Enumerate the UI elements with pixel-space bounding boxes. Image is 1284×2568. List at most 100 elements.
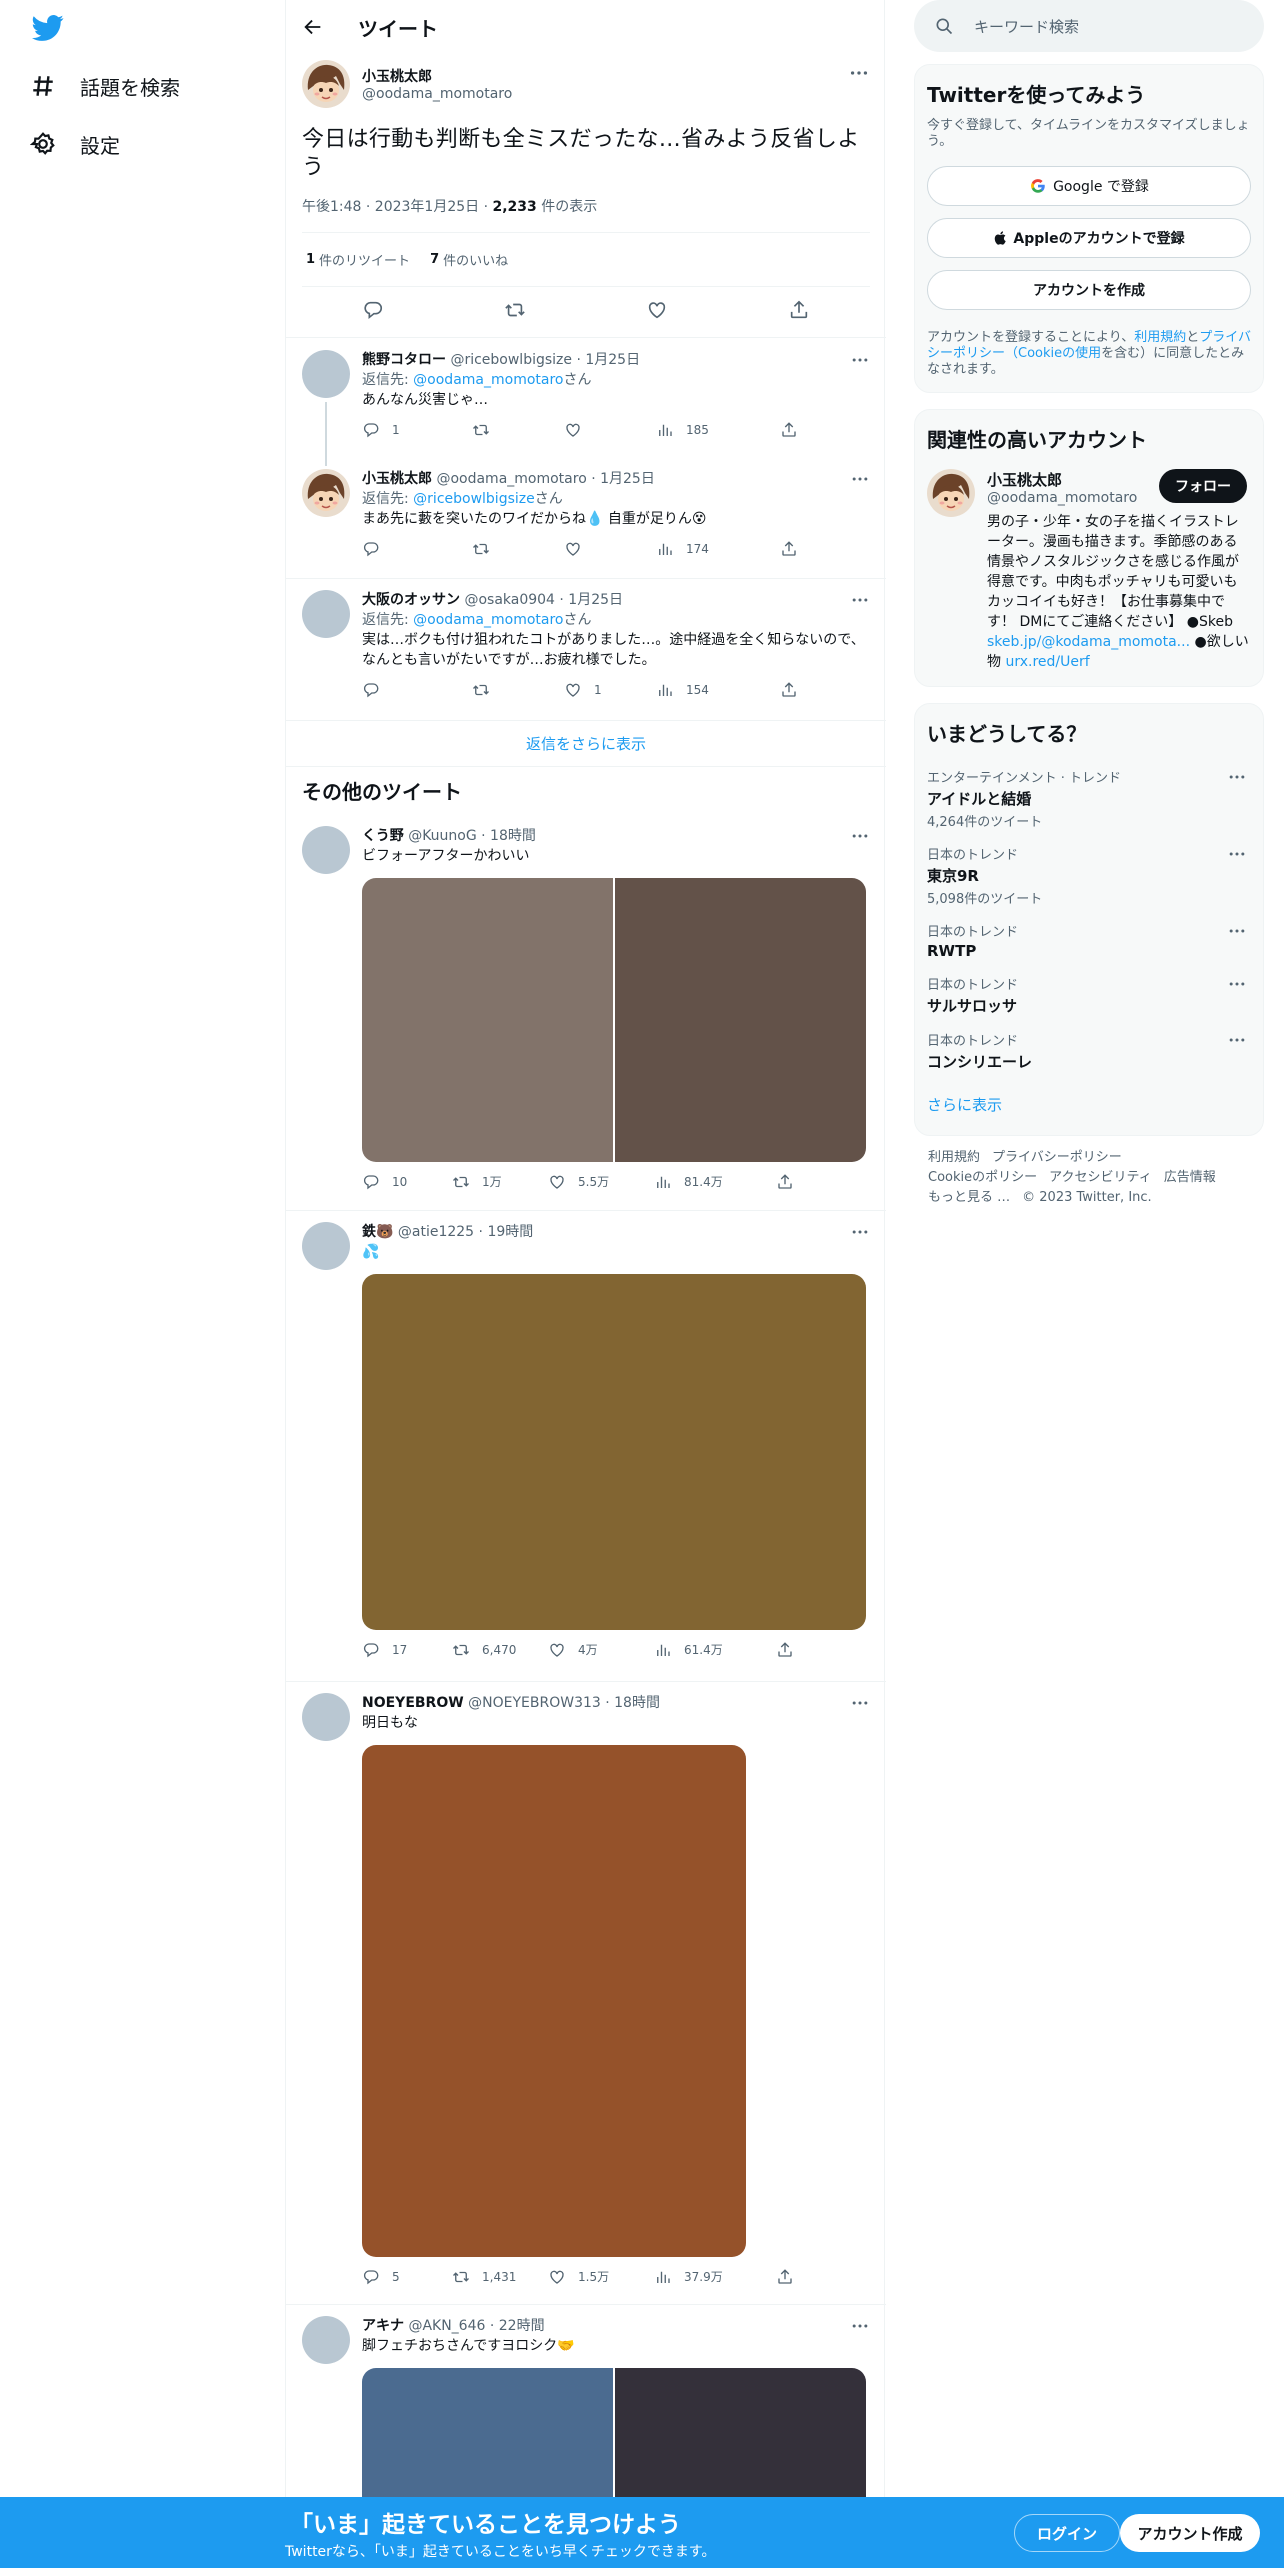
author-name[interactable]: 小玉桃太郎 bbox=[362, 66, 512, 86]
trend-item[interactable]: 日本のトレンド コンシリエーレ bbox=[927, 1030, 1251, 1072]
retweet-icon[interactable] bbox=[504, 299, 526, 321]
search-input[interactable]: キーワード検索 bbox=[914, 0, 1264, 52]
reply-action[interactable]: 10 bbox=[362, 1172, 452, 1192]
reply-author-name[interactable]: 小玉桃太郎 bbox=[362, 471, 432, 487]
retweet-action[interactable]: 6,470 bbox=[452, 1640, 548, 1660]
share-action[interactable] bbox=[776, 1641, 816, 1659]
more-options-icon[interactable] bbox=[850, 350, 870, 370]
reply-action[interactable] bbox=[362, 540, 472, 558]
reply-to-handle[interactable]: @ricebowlbigsize bbox=[413, 491, 535, 507]
views-action[interactable]: 174 bbox=[656, 539, 780, 559]
retweet-action[interactable] bbox=[472, 421, 564, 439]
share-action[interactable] bbox=[780, 540, 820, 558]
like-action[interactable]: 5.5万 bbox=[548, 1172, 654, 1192]
reply-author-name[interactable]: 大阪のオッサン bbox=[362, 592, 460, 608]
retweet-count[interactable]: 1 bbox=[306, 252, 315, 267]
reply-action[interactable]: 1 bbox=[362, 420, 472, 440]
apple-signup-button[interactable]: Appleのアカウントで登録 bbox=[927, 218, 1251, 258]
more-options-icon[interactable] bbox=[1227, 767, 1247, 787]
reply-icon[interactable] bbox=[362, 299, 384, 321]
tweet-meta[interactable]: @KuunoG · 18時間 bbox=[408, 828, 536, 844]
reply-tweet[interactable]: 熊野コタロー @ricebowlbigsize · 1月25日 返信先: @ood… bbox=[302, 350, 870, 466]
tweet-avatar[interactable] bbox=[302, 1693, 350, 1741]
tweet-media[interactable] bbox=[362, 1274, 866, 1630]
share-action[interactable] bbox=[780, 421, 820, 439]
author-handle[interactable]: @oodama_momotaro bbox=[362, 86, 512, 102]
tweet-meta[interactable]: @AKN_646 · 22時間 bbox=[408, 2318, 544, 2334]
tweet-media[interactable] bbox=[362, 1745, 746, 2257]
like-action[interactable] bbox=[564, 421, 656, 439]
like-icon[interactable] bbox=[646, 299, 668, 321]
tweet-time[interactable]: 午後1:48 · 2023年1月25日 · bbox=[302, 199, 493, 215]
views-action[interactable]: 81.4万 bbox=[654, 1172, 776, 1192]
share-action[interactable] bbox=[776, 1173, 816, 1191]
more-options-icon[interactable] bbox=[1227, 921, 1247, 941]
footer-privacy[interactable]: プライバシーポリシー bbox=[992, 1150, 1122, 1165]
footer-accessibility[interactable]: アクセシビリティ bbox=[1049, 1170, 1152, 1185]
tweet-author-name[interactable]: くう野 bbox=[362, 828, 404, 844]
like-count[interactable]: 7 bbox=[430, 252, 439, 267]
trends-show-more[interactable]: さらに表示 bbox=[927, 1094, 1251, 1115]
retweet-action[interactable]: 1万 bbox=[452, 1172, 548, 1192]
terms-link[interactable]: 利用規約 bbox=[1134, 330, 1186, 345]
share-action[interactable] bbox=[780, 681, 820, 699]
more-options-icon[interactable] bbox=[1227, 844, 1247, 864]
reply-meta[interactable]: @ricebowlbigsize · 1月25日 bbox=[450, 352, 640, 368]
follow-button[interactable]: フォロー bbox=[1159, 469, 1247, 503]
twitter-logo-icon[interactable] bbox=[30, 12, 66, 44]
views-action[interactable]: 154 bbox=[656, 680, 780, 700]
trend-item[interactable]: エンターテインメント · トレンド アイドルと結婚 4,264件のツイート bbox=[927, 767, 1251, 830]
tweet-author-name[interactable]: NOEYEBROW bbox=[362, 1695, 464, 1711]
reply-tweet[interactable]: 小玉桃太郎 @oodama_momotaro · 1月25日 返信先: @rice… bbox=[302, 469, 870, 561]
like-label[interactable]: 件のいいね bbox=[443, 250, 508, 269]
like-action[interactable]: 1 bbox=[564, 680, 656, 700]
other-tweet[interactable]: くう野 @KuunoG · 18時間 ビフォーアフターかわいい 10 1万 5.5万 81… bbox=[302, 826, 870, 1194]
tweet-avatar[interactable] bbox=[302, 2316, 350, 2364]
more-options-icon[interactable] bbox=[850, 590, 870, 610]
reply-action[interactable]: 17 bbox=[362, 1640, 452, 1660]
share-icon[interactable] bbox=[788, 299, 810, 321]
avatar[interactable] bbox=[302, 60, 350, 108]
reply-to-handle[interactable]: @oodama_momotaro bbox=[413, 612, 563, 628]
google-signup-button[interactable]: Google で登録 bbox=[927, 166, 1251, 206]
trend-item[interactable]: 日本のトレンド 東京9R 5,098件のツイート bbox=[927, 844, 1251, 907]
tweet-media[interactable] bbox=[362, 878, 866, 1162]
more-options-icon[interactable] bbox=[850, 826, 870, 846]
more-options-icon[interactable] bbox=[850, 1222, 870, 1242]
footer-more[interactable]: もっと見る … bbox=[928, 1190, 1010, 1205]
show-more-replies-link[interactable]: 返信をさらに表示 bbox=[286, 722, 886, 766]
media-image[interactable] bbox=[362, 878, 613, 1162]
more-options-icon[interactable] bbox=[850, 469, 870, 489]
retweet-action[interactable] bbox=[472, 681, 564, 699]
like-action[interactable]: 1.5万 bbox=[548, 2267, 654, 2287]
retweet-action[interactable] bbox=[472, 540, 564, 558]
back-arrow-icon[interactable] bbox=[302, 16, 324, 38]
reply-meta[interactable]: @oodama_momotaro · 1月25日 bbox=[436, 471, 654, 487]
more-options-icon[interactable] bbox=[1227, 1030, 1247, 1050]
tweet-author-name[interactable]: アキナ bbox=[362, 2318, 404, 2334]
trend-item[interactable]: 日本のトレンド サルサロッサ bbox=[927, 974, 1251, 1016]
reply-meta[interactable]: @osaka0904 · 1月25日 bbox=[464, 592, 623, 608]
more-options-icon[interactable] bbox=[848, 62, 870, 84]
tweet-meta[interactable]: @NOEYEBROW313 · 18時間 bbox=[468, 1695, 660, 1711]
views-action[interactable]: 37.9万 bbox=[654, 2267, 776, 2287]
retweet-action[interactable]: 1,431 bbox=[452, 2267, 548, 2287]
footer-terms[interactable]: 利用規約 bbox=[928, 1150, 980, 1165]
reply-avatar[interactable] bbox=[302, 590, 350, 638]
reply-tweet[interactable]: 大阪のオッサン @osaka0904 · 1月25日 返信先: @oodama_m… bbox=[302, 590, 870, 702]
reply-action[interactable] bbox=[362, 681, 472, 699]
reply-avatar[interactable] bbox=[302, 469, 350, 517]
reply-avatar[interactable] bbox=[302, 350, 350, 398]
other-tweet[interactable]: NOEYEBROW @NOEYEBROW313 · 18時間 明日もな 5 1,431… bbox=[302, 1693, 870, 2289]
share-action[interactable] bbox=[776, 2268, 816, 2286]
like-action[interactable]: 4万 bbox=[548, 1640, 654, 1660]
related-link-skeb[interactable]: skeb.jp/@kodama_momota... bbox=[987, 634, 1190, 650]
more-options-icon[interactable] bbox=[850, 1693, 870, 1713]
views-action[interactable]: 185 bbox=[656, 420, 780, 440]
reply-action[interactable]: 5 bbox=[362, 2267, 452, 2287]
tweet-author-name[interactable]: 鉄🐻 bbox=[362, 1224, 393, 1240]
media-image[interactable] bbox=[613, 878, 866, 1162]
other-tweet[interactable]: 鉄🐻 @atie1225 · 19時間 💦 17 6,470 4万 61.4万 bbox=[302, 1222, 870, 1662]
media-image[interactable] bbox=[362, 1745, 746, 2257]
tweet-avatar[interactable] bbox=[302, 1222, 350, 1270]
